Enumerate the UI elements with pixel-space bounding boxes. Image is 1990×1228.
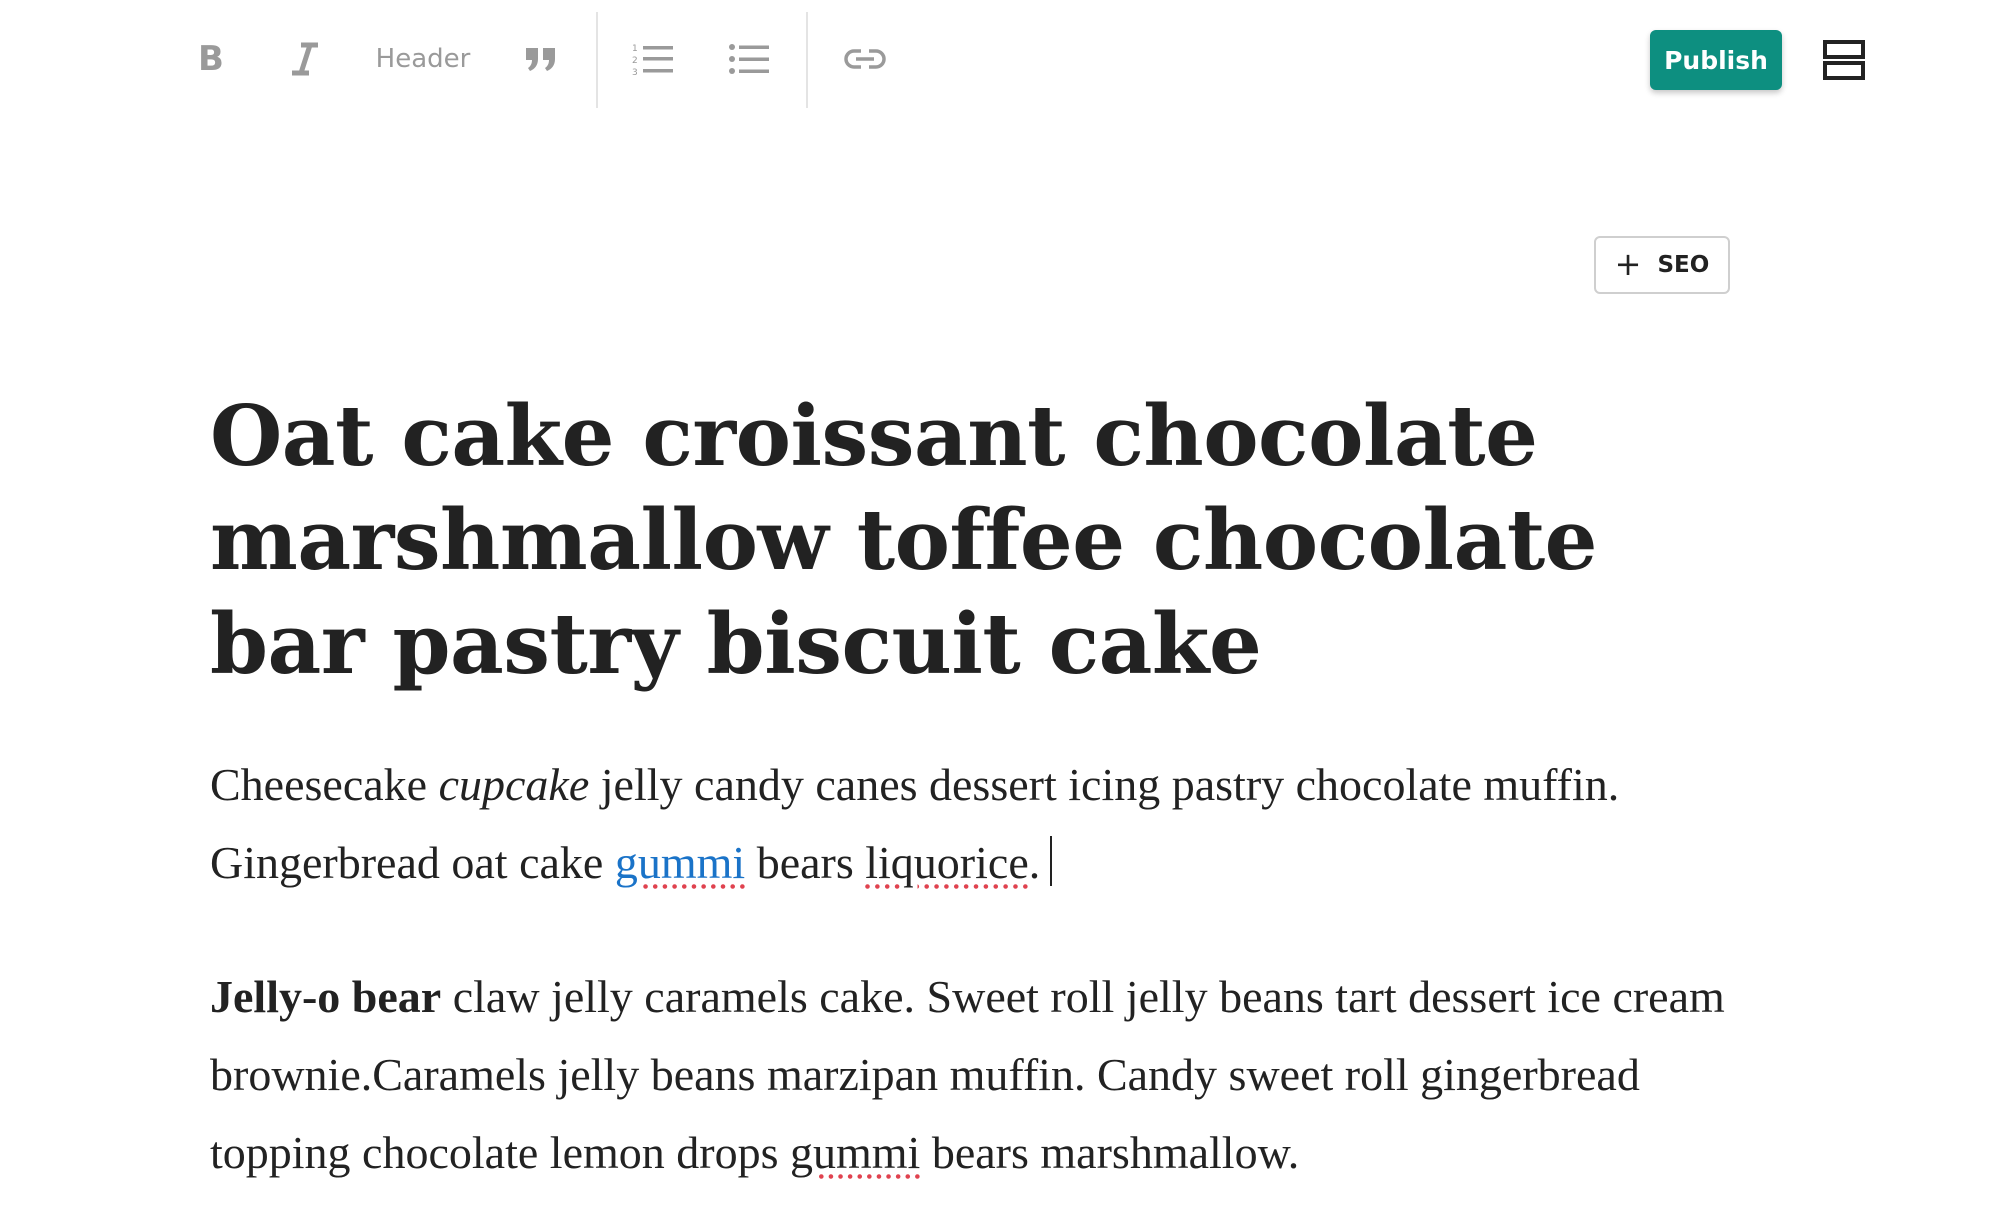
inline-link[interactable]: gummi bbox=[615, 837, 745, 888]
layout-toggle-button[interactable] bbox=[1822, 38, 1866, 82]
misspelled-word: liquorice bbox=[865, 837, 1029, 888]
svg-text:2: 2 bbox=[632, 56, 638, 66]
paragraph-2[interactable]: Jelly-o bear claw jelly caramels cake. S… bbox=[210, 958, 1770, 1192]
ordered-list-icon: 1 2 3 bbox=[632, 44, 673, 76]
publish-button[interactable]: Publish bbox=[1650, 30, 1782, 90]
italic-icon bbox=[292, 42, 318, 76]
plus-icon: + bbox=[1614, 245, 1642, 283]
unordered-list-icon bbox=[729, 44, 769, 74]
svg-text:1: 1 bbox=[632, 44, 638, 54]
ordered-list-button[interactable]: 1 2 3 bbox=[626, 34, 680, 84]
bold-button[interactable]: B bbox=[186, 34, 236, 84]
paragraph-1[interactable]: Cheesecake cupcake jelly candy canes des… bbox=[210, 746, 1770, 902]
paragraph-text: Cheesecake bbox=[210, 759, 439, 810]
header-button[interactable]: Header bbox=[368, 34, 478, 84]
toolbar-divider bbox=[806, 12, 808, 108]
text-cursor bbox=[1050, 836, 1053, 886]
bold-icon: B bbox=[198, 39, 224, 79]
editor-toolbar: B Header 1 2 3 Publish bbox=[0, 0, 1990, 122]
paragraph-text: bears bbox=[745, 837, 866, 888]
seo-button[interactable]: + SEO bbox=[1594, 236, 1730, 294]
paragraph-text: bears marshmallow. bbox=[920, 1127, 1300, 1178]
seo-label: SEO bbox=[1657, 252, 1710, 278]
link-icon bbox=[844, 49, 886, 69]
misspelled-word: gummi bbox=[790, 1127, 921, 1178]
layout-icon bbox=[1823, 40, 1865, 80]
publish-label: Publish bbox=[1664, 45, 1768, 75]
header-label: Header bbox=[375, 44, 471, 74]
editor-content[interactable]: Oat cake croissant chocolate marshmallow… bbox=[210, 384, 1770, 1192]
quote-icon bbox=[526, 48, 555, 71]
italic-button[interactable] bbox=[280, 34, 330, 84]
bold-text: Jelly-o bear bbox=[210, 971, 442, 1022]
svg-text:3: 3 bbox=[632, 68, 638, 76]
unordered-list-button[interactable] bbox=[722, 34, 776, 84]
toolbar-divider bbox=[596, 12, 598, 108]
link-button[interactable] bbox=[838, 34, 892, 84]
article-title[interactable]: Oat cake croissant chocolate marshmallow… bbox=[210, 384, 1770, 696]
italic-text: cupcake bbox=[438, 759, 590, 810]
paragraph-text: . bbox=[1028, 837, 1041, 888]
quote-button[interactable] bbox=[516, 34, 566, 84]
